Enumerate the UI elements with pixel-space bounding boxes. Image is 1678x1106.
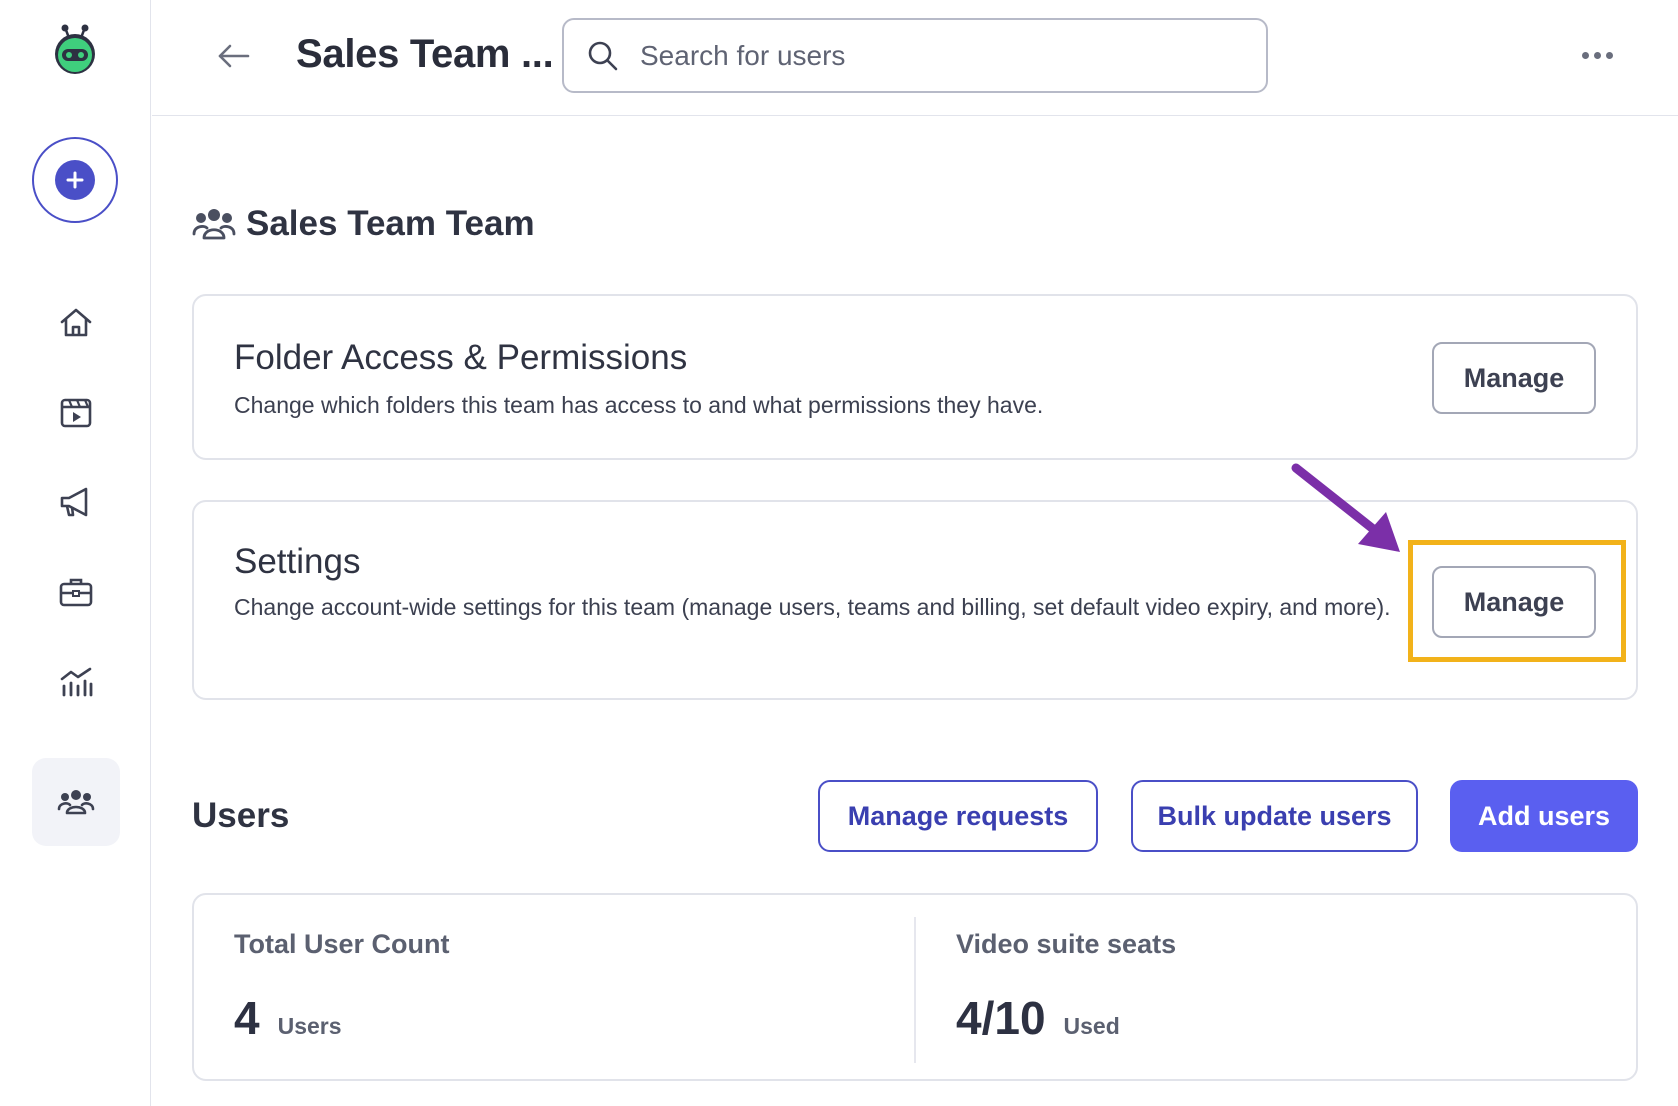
total-user-count-stat: Total User Count 4 Users bbox=[234, 895, 894, 1083]
settings-card: Settings Change account-wide settings fo… bbox=[192, 500, 1638, 700]
plus-icon bbox=[55, 160, 95, 200]
user-stats-card: Total User Count 4 Users Video suite sea… bbox=[192, 893, 1638, 1081]
sidebar-item-team[interactable] bbox=[32, 758, 120, 846]
card-description: Change which folders this team has acces… bbox=[234, 392, 1044, 418]
stat-value-row: 4/10 Used bbox=[956, 991, 1120, 1045]
search-icon bbox=[588, 41, 618, 70]
stat-number: 4/10 bbox=[956, 992, 1046, 1044]
settings-manage-button[interactable]: Manage bbox=[1432, 566, 1596, 638]
megaphone-icon bbox=[60, 487, 88, 517]
stat-label: Video suite seats bbox=[956, 929, 1177, 959]
manage-requests-button[interactable]: Manage requests bbox=[818, 780, 1098, 852]
team-icon bbox=[192, 209, 236, 240]
folder-access-manage-button[interactable]: Manage bbox=[1432, 342, 1596, 414]
sidebar-item-workspace[interactable] bbox=[32, 548, 120, 636]
add-users-button[interactable]: Add users bbox=[1450, 780, 1638, 852]
card-description: Change account-wide settings for this te… bbox=[234, 594, 1391, 620]
robot-logo-icon bbox=[55, 24, 95, 74]
search-bar[interactable] bbox=[562, 18, 1268, 93]
card-title: Settings bbox=[234, 542, 361, 581]
briefcase-icon bbox=[59, 578, 93, 607]
stat-value-row: 4 Users bbox=[234, 991, 342, 1045]
video-suite-seats-stat: Video suite seats 4/10 Used bbox=[956, 895, 1616, 1083]
sidebar-item-campaigns[interactable] bbox=[32, 458, 120, 546]
bulk-update-users-button[interactable]: Bulk update users bbox=[1131, 780, 1418, 852]
stat-number: 4 bbox=[234, 992, 260, 1044]
team-title: Sales Team Team bbox=[246, 204, 535, 243]
users-heading: Users bbox=[192, 796, 290, 835]
create-new-button[interactable] bbox=[32, 137, 118, 223]
analytics-icon bbox=[60, 667, 93, 697]
divider bbox=[914, 917, 916, 1063]
sidebar bbox=[0, 0, 151, 1106]
team-heading: Sales Team Team bbox=[192, 204, 535, 244]
sidebar-item-analytics[interactable] bbox=[32, 638, 120, 726]
stat-label: Total User Count bbox=[234, 929, 450, 959]
team-icon bbox=[57, 790, 95, 815]
stat-unit: Used bbox=[1063, 1013, 1120, 1039]
video-library-icon bbox=[60, 398, 92, 428]
back-button[interactable] bbox=[214, 36, 254, 76]
app-logo[interactable] bbox=[50, 22, 100, 76]
arrow-left-icon bbox=[218, 44, 250, 68]
home-icon bbox=[60, 308, 92, 337]
stat-unit: Users bbox=[277, 1013, 342, 1039]
card-title: Folder Access & Permissions bbox=[234, 338, 688, 377]
search-input[interactable] bbox=[640, 39, 1240, 72]
dot bbox=[1593, 51, 1601, 59]
page-title: Sales Team ... bbox=[296, 32, 554, 76]
sidebar-item-library[interactable] bbox=[32, 368, 120, 456]
sidebar-item-home[interactable] bbox=[32, 279, 120, 367]
folder-access-card: Folder Access & Permissions Change which… bbox=[192, 294, 1638, 460]
top-bar: Sales Team ... bbox=[152, 0, 1678, 116]
dot bbox=[1605, 51, 1613, 59]
annotation-arrow-icon bbox=[1291, 463, 1400, 552]
more-options-button[interactable] bbox=[1572, 40, 1622, 70]
dot bbox=[1581, 51, 1589, 59]
